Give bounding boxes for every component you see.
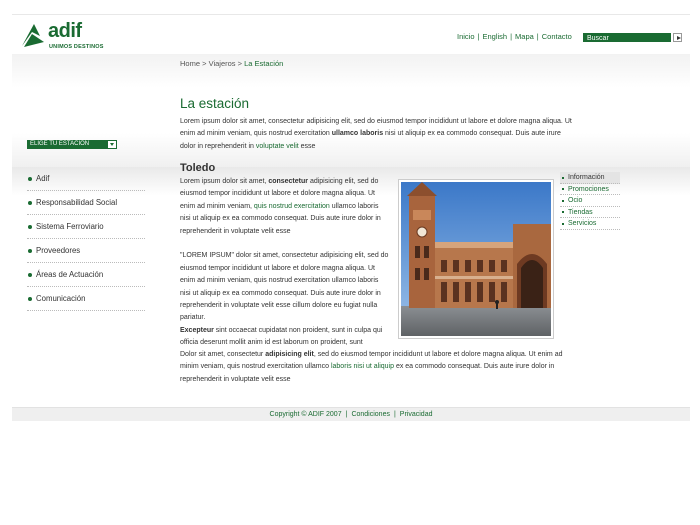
side-nav-item-comunicacion[interactable]: Comunicación [27,287,145,311]
adif-logo-icon [22,24,44,47]
chevron-down-icon [108,141,116,148]
footer-link-condiciones[interactable]: Condiciones [351,411,390,418]
bullet-dot-icon [28,177,32,181]
right-nav-label: Tiendas [568,208,593,216]
side-nav-label: Responsabilidad Social [36,198,118,207]
bullet-dot-icon [562,176,564,179]
header: adif UNIMOS DESTINOS Inicio | English | Mapa… [12,14,690,54]
intro-text: Lorem ipsum dolor sit amet, consectetur … [180,116,575,153]
station-select-value: ELIGE TU ESTACIÓN [30,141,90,147]
bullet-dot-icon [562,211,564,213]
bullet-dot-icon [562,222,564,225]
search-input[interactable]: Buscar [583,33,671,42]
intro-link[interactable]: voluptate velit [256,143,299,150]
side-nav-label: Adif [36,174,50,183]
right-nav-label: Servicios [568,220,597,227]
top-nav: Inicio | English | Mapa | Contacto [457,32,572,41]
station-photo [398,179,554,339]
right-nav-label: Promociones [568,185,609,193]
right-nav-item-promociones[interactable]: Promociones [560,184,620,195]
right-nav-item-informacion[interactable]: Información [560,172,620,184]
page-container: adif UNIMOS DESTINOS Inicio | English | Mapa… [12,14,690,422]
breadcrumb-viajeros[interactable]: Viajeros [209,59,236,68]
side-nav-label: Proveedores [36,246,81,255]
side-nav-label: Sistema Ferroviario [36,222,104,231]
logo-tagline: UNIMOS DESTINOS [49,44,104,50]
top-nav-contacto[interactable]: Contacto [542,32,572,41]
station-select[interactable]: ELIGE TU ESTACIÓN [27,140,117,149]
breadcrumb-home[interactable]: Home [180,59,200,68]
bullet-dot-icon [562,199,564,202]
content-paragraph: Lorem ipsum dolor sit amet, consectetur … [180,176,390,238]
search-go-button[interactable] [673,33,682,42]
content-paragraph: Excepteur sint occaecat cupidatat non pr… [180,325,390,350]
content-paragraph: "LOREM IPSUM" dolor sit amet, consectetu… [180,252,389,322]
text-run: Dolor sit amet, consectetur [180,351,266,358]
bullet-dot-icon [28,297,32,301]
bullet-dot-icon [28,249,32,253]
side-nav-item-adif[interactable]: Adif [27,167,145,191]
content-column: Lorem ipsum dolor sit amet, consectetur … [180,176,390,350]
right-nav-label: Ocio [568,197,583,204]
page-title: La estación [180,96,250,111]
side-nav-item-proveedores[interactable]: Proveedores [27,239,145,263]
content-paragraph-wide: Dolor sit amet, consectetur adipisicing … [180,349,575,386]
top-nav-separator: | [510,32,513,41]
station-photo-image [401,182,551,336]
footer: Copyright © ADIF 2007 | Condiciones | Privac… [12,407,690,421]
text-bold: consectetur [268,178,308,185]
bullet-dot-icon [562,188,564,190]
right-nav-label: Información [568,174,605,181]
content-link[interactable]: laboris nisi ut aliquip [331,363,394,370]
right-nav-item-ocio[interactable]: Ocio [560,195,620,207]
text-run: Lorem ipsum dolor sit amet, [180,178,269,185]
right-nav-item-servicios[interactable]: Servicios [560,218,620,230]
side-nav-item-areas-de-actuacion[interactable]: Áreas de Actuación [27,263,145,287]
intro-text-part: esse [298,142,316,150]
footer-copyright: Copyright © ADIF 2007 [269,411,342,418]
footer-separator: | [345,411,348,418]
text-bold: Excepteur [180,326,214,334]
side-nav-item-sistema-ferroviario[interactable]: Sistema Ferroviario [27,215,145,239]
bullet-dot-icon [28,201,32,205]
logo[interactable]: adif UNIMOS DESTINOS [20,20,115,52]
intro-text-bold: ullamco laboris [331,130,384,138]
breadcrumb-current: La Estación [244,59,284,68]
text-bold: adipisicing elit [265,351,314,358]
top-nav-inicio[interactable]: Inicio [457,32,475,41]
breadcrumb-separator: > [200,59,209,68]
bullet-dot-icon [28,273,32,277]
right-nav: Información Promociones Ocio Tiendas Ser… [560,172,620,230]
top-nav-mapa[interactable]: Mapa [515,32,534,41]
logo-wordmark: adif [48,20,82,42]
side-nav-label: Comunicación [36,294,86,303]
side-nav-item-responsabilidad-social[interactable]: Responsabilidad Social [27,191,145,215]
bullet-dot-icon [28,225,32,229]
side-nav: Adif Responsabilidad Social Sistema Ferr… [27,167,145,311]
top-nav-separator: | [536,32,539,41]
right-nav-item-tiendas[interactable]: Tiendas [560,207,620,218]
section-title: Toledo [180,162,216,174]
footer-separator: | [393,411,396,418]
breadcrumb: Home > Viajeros > La Estación [180,59,283,68]
top-nav-separator: | [477,32,480,41]
top-nav-english[interactable]: English [482,32,507,41]
footer-link-privacidad[interactable]: Privacidad [400,411,433,418]
side-nav-label: Áreas de Actuación [36,270,104,279]
content-link[interactable]: quis nostrud exercitation [254,203,330,210]
breadcrumb-separator: > [235,59,245,68]
